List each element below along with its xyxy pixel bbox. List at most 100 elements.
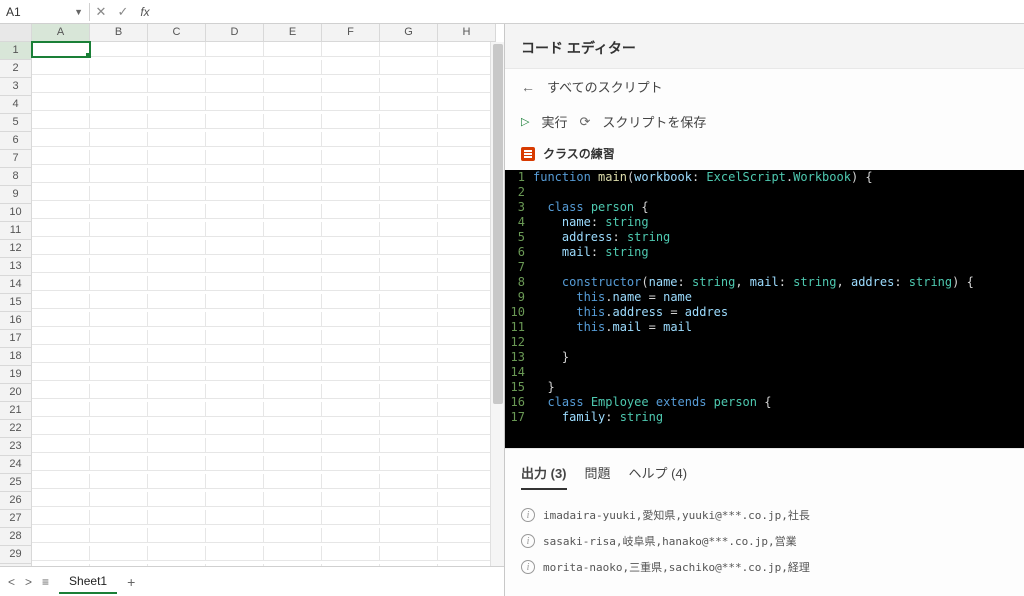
- cell[interactable]: [32, 312, 90, 327]
- cell[interactable]: [90, 150, 148, 165]
- cell[interactable]: [90, 474, 148, 489]
- cell[interactable]: [380, 150, 438, 165]
- cell[interactable]: [32, 348, 90, 363]
- cell[interactable]: [322, 204, 380, 219]
- cell[interactable]: [206, 528, 264, 543]
- code-line[interactable]: 5 address: string: [505, 230, 1024, 245]
- cell[interactable]: [32, 384, 90, 399]
- cell[interactable]: [32, 564, 90, 566]
- cell[interactable]: [438, 492, 496, 507]
- cell[interactable]: [380, 294, 438, 309]
- cell[interactable]: [322, 276, 380, 291]
- cell[interactable]: [264, 492, 322, 507]
- cell[interactable]: [264, 132, 322, 147]
- cell[interactable]: [206, 186, 264, 201]
- cell[interactable]: [90, 420, 148, 435]
- cell[interactable]: [148, 384, 206, 399]
- cell[interactable]: [148, 204, 206, 219]
- cell[interactable]: [148, 114, 206, 129]
- row-header[interactable]: 4: [0, 96, 32, 114]
- name-box[interactable]: A1 ▼: [0, 3, 90, 21]
- cell[interactable]: [322, 240, 380, 255]
- cell[interactable]: [90, 42, 148, 57]
- cell[interactable]: [148, 492, 206, 507]
- cell[interactable]: [148, 42, 206, 57]
- cell[interactable]: [322, 60, 380, 75]
- play-icon[interactable]: ▷: [521, 115, 529, 128]
- code-line[interactable]: 14: [505, 365, 1024, 380]
- cell[interactable]: [32, 330, 90, 345]
- cell[interactable]: [264, 384, 322, 399]
- cell[interactable]: [148, 96, 206, 111]
- cell[interactable]: [90, 438, 148, 453]
- cell[interactable]: [438, 474, 496, 489]
- cell[interactable]: [32, 366, 90, 381]
- row-header[interactable]: 3: [0, 78, 32, 96]
- cell[interactable]: [380, 402, 438, 417]
- cell[interactable]: [322, 42, 380, 57]
- cell[interactable]: [438, 510, 496, 525]
- cell[interactable]: [438, 114, 496, 129]
- cell[interactable]: [148, 60, 206, 75]
- cell[interactable]: [148, 564, 206, 566]
- cell[interactable]: [322, 312, 380, 327]
- cell[interactable]: [438, 204, 496, 219]
- row-header[interactable]: 22: [0, 420, 32, 438]
- tab-list-icon[interactable]: ≡: [42, 575, 49, 589]
- cell[interactable]: [322, 330, 380, 345]
- cell[interactable]: [206, 384, 264, 399]
- cell[interactable]: [380, 438, 438, 453]
- cell[interactable]: [264, 564, 322, 566]
- cell[interactable]: [32, 240, 90, 255]
- cell[interactable]: [322, 222, 380, 237]
- cell[interactable]: [438, 456, 496, 471]
- code-line[interactable]: 9 this.name = name: [505, 290, 1024, 305]
- cell[interactable]: [264, 456, 322, 471]
- cell[interactable]: [380, 510, 438, 525]
- row-header[interactable]: 28: [0, 528, 32, 546]
- cell[interactable]: [206, 294, 264, 309]
- row-header[interactable]: 13: [0, 258, 32, 276]
- run-button[interactable]: 実行: [541, 112, 567, 131]
- code-line[interactable]: 2: [505, 185, 1024, 200]
- column-header[interactable]: B: [90, 24, 148, 42]
- cell[interactable]: [90, 96, 148, 111]
- cell[interactable]: [32, 150, 90, 165]
- row-header[interactable]: 23: [0, 438, 32, 456]
- cell[interactable]: [32, 276, 90, 291]
- cell[interactable]: [90, 366, 148, 381]
- cell[interactable]: [148, 150, 206, 165]
- cell[interactable]: [90, 204, 148, 219]
- save-script-button[interactable]: スクリプトを保存: [602, 112, 706, 131]
- code-line[interactable]: 16 class Employee extends person {: [505, 395, 1024, 410]
- row-header[interactable]: 8: [0, 168, 32, 186]
- cell[interactable]: [148, 438, 206, 453]
- row-header[interactable]: 16: [0, 312, 32, 330]
- cell[interactable]: [264, 474, 322, 489]
- cell[interactable]: [438, 132, 496, 147]
- cell[interactable]: [322, 420, 380, 435]
- script-name-row[interactable]: クラスの練習: [505, 139, 1024, 170]
- cell[interactable]: [206, 96, 264, 111]
- cell[interactable]: [148, 222, 206, 237]
- cell[interactable]: [148, 132, 206, 147]
- cell[interactable]: [90, 528, 148, 543]
- cell[interactable]: [264, 294, 322, 309]
- cell[interactable]: [438, 366, 496, 381]
- cell[interactable]: [322, 348, 380, 363]
- cell[interactable]: [264, 150, 322, 165]
- cell[interactable]: [438, 96, 496, 111]
- cell[interactable]: [264, 258, 322, 273]
- cell[interactable]: [438, 78, 496, 93]
- cell[interactable]: [90, 348, 148, 363]
- output-tab[interactable]: 問題: [585, 463, 611, 490]
- cell[interactable]: [380, 456, 438, 471]
- cell[interactable]: [380, 420, 438, 435]
- cell[interactable]: [148, 240, 206, 255]
- cell[interactable]: [206, 222, 264, 237]
- cell[interactable]: [32, 546, 90, 561]
- cell[interactable]: [438, 222, 496, 237]
- cell[interactable]: [380, 546, 438, 561]
- column-header[interactable]: G: [380, 24, 438, 42]
- cell[interactable]: [32, 78, 90, 93]
